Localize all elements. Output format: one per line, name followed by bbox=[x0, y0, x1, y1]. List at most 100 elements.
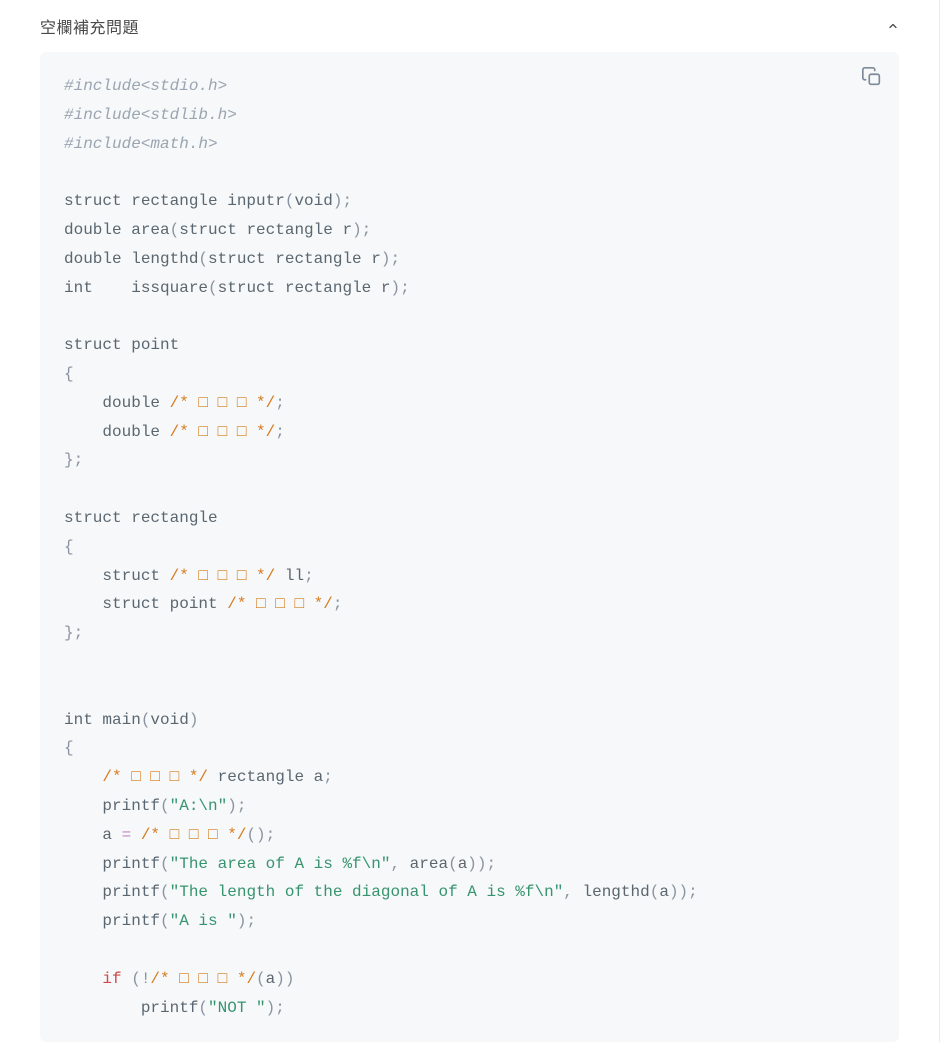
code-text: a bbox=[458, 855, 468, 873]
code-text: /* □ □ □ */ bbox=[150, 970, 256, 988]
code-text: (); bbox=[246, 826, 275, 844]
code-text: ) bbox=[352, 221, 362, 239]
code-text: double bbox=[102, 394, 169, 412]
code-text: ( bbox=[160, 855, 170, 873]
code-text: "NOT " bbox=[208, 999, 266, 1017]
code-text: "A is " bbox=[170, 912, 237, 930]
code-text bbox=[64, 826, 102, 844]
code-text: struct bbox=[102, 567, 169, 585]
code-text: "A:\n" bbox=[170, 797, 228, 815]
code-text: struct rectangle bbox=[64, 509, 218, 527]
code-text: void bbox=[150, 711, 188, 729]
code-text: /* □ □ □ */ bbox=[141, 826, 247, 844]
code-text: = bbox=[122, 826, 132, 844]
code-text: ( bbox=[198, 999, 208, 1017]
code-text: double lengthd bbox=[64, 250, 198, 268]
code-text: int issquare bbox=[64, 279, 208, 297]
code-text: /* □ □ □ */ bbox=[170, 567, 276, 585]
code-text: printf bbox=[102, 883, 160, 901]
code-text: ( bbox=[650, 883, 660, 901]
code-text: { bbox=[64, 739, 74, 757]
code-text: ( bbox=[208, 279, 218, 297]
code-text: ( bbox=[285, 192, 295, 210]
code-text: ; bbox=[688, 883, 698, 901]
code-text: ) bbox=[669, 883, 679, 901]
code-text: rectangle a bbox=[208, 768, 323, 786]
code-text: ( bbox=[448, 855, 458, 873]
code-text: printf bbox=[102, 912, 160, 930]
code-text: ) bbox=[390, 279, 400, 297]
code-text: ( bbox=[170, 221, 180, 239]
code-text: ( bbox=[160, 912, 170, 930]
code-text: /* □ □ □ */ bbox=[170, 394, 276, 412]
code-text: ; bbox=[246, 912, 256, 930]
code-block: #include<stdio.h> #include<stdlib.h> #in… bbox=[40, 52, 899, 1042]
code-text: area bbox=[410, 855, 448, 873]
code-text: printf bbox=[141, 999, 199, 1017]
code-text: printf bbox=[102, 797, 160, 815]
panel-header[interactable]: 空欄補充問題 bbox=[0, 0, 939, 52]
code-text: ( bbox=[160, 883, 170, 901]
chevron-up-icon[interactable] bbox=[887, 17, 899, 36]
code-text: ) bbox=[679, 883, 689, 901]
code-text: ; bbox=[362, 221, 372, 239]
code-text: , bbox=[563, 883, 582, 901]
code-text: void bbox=[294, 192, 332, 210]
code-text: ) bbox=[467, 855, 477, 873]
code-text: ( bbox=[160, 797, 170, 815]
code-text: }; bbox=[64, 451, 83, 469]
code-text: double bbox=[102, 423, 169, 441]
code-text: /* □ □ □ */ bbox=[170, 423, 276, 441]
code-text: ( bbox=[141, 711, 151, 729]
code-text: struct rectangle r bbox=[179, 221, 352, 239]
code-text: struct rectangle r bbox=[218, 279, 391, 297]
copy-icon[interactable] bbox=[861, 66, 883, 88]
code-text: ) bbox=[266, 999, 276, 1017]
code-text: "The length of the diagonal of A is %f\n… bbox=[170, 883, 564, 901]
code-text: int main bbox=[64, 711, 141, 729]
code-text: ; bbox=[275, 423, 285, 441]
code-text: ; bbox=[342, 192, 352, 210]
code-text: ) bbox=[227, 797, 237, 815]
code-text: ; bbox=[333, 595, 343, 613]
code-text: ) bbox=[189, 711, 199, 729]
code-text bbox=[64, 883, 102, 901]
code-text bbox=[64, 423, 102, 441]
code-text bbox=[64, 768, 102, 786]
code-text bbox=[64, 970, 102, 988]
code-text: ; bbox=[400, 279, 410, 297]
code-text: /* □ □ □ */ bbox=[227, 595, 333, 613]
code-text bbox=[64, 797, 102, 815]
code-text: struct point bbox=[64, 336, 179, 354]
code-text: ) bbox=[237, 912, 247, 930]
code-text: (! bbox=[122, 970, 151, 988]
code-text: { bbox=[64, 365, 74, 383]
code-line: #include<stdlib.h> bbox=[64, 106, 237, 124]
code-text: /* □ □ □ */ bbox=[102, 768, 208, 786]
code-text bbox=[64, 999, 141, 1017]
code-text: ; bbox=[237, 797, 247, 815]
code-text: }; bbox=[64, 624, 83, 642]
code-text: a bbox=[102, 826, 121, 844]
code-text: ; bbox=[275, 999, 285, 1017]
code-line: #include<math.h> bbox=[64, 135, 218, 153]
code-text: ; bbox=[323, 768, 333, 786]
code-text: "The area of A is %f\n" bbox=[170, 855, 391, 873]
code-text: a bbox=[266, 970, 276, 988]
code-text bbox=[64, 567, 102, 585]
code-text: ) bbox=[285, 970, 295, 988]
code-text: struct point bbox=[102, 595, 227, 613]
code-text bbox=[64, 394, 102, 412]
code-text: ; bbox=[487, 855, 497, 873]
code-text: ll bbox=[275, 567, 304, 585]
code-text: , bbox=[390, 855, 409, 873]
code-text: if bbox=[102, 970, 121, 988]
code-text: struct rectangle inputr bbox=[64, 192, 285, 210]
code-text: ) bbox=[477, 855, 487, 873]
code-text: ; bbox=[304, 567, 314, 585]
panel-title: 空欄補充問題 bbox=[40, 14, 139, 38]
code-text: ( bbox=[256, 970, 266, 988]
code-text bbox=[64, 912, 102, 930]
code-text: ( bbox=[198, 250, 208, 268]
code-text: ; bbox=[275, 394, 285, 412]
